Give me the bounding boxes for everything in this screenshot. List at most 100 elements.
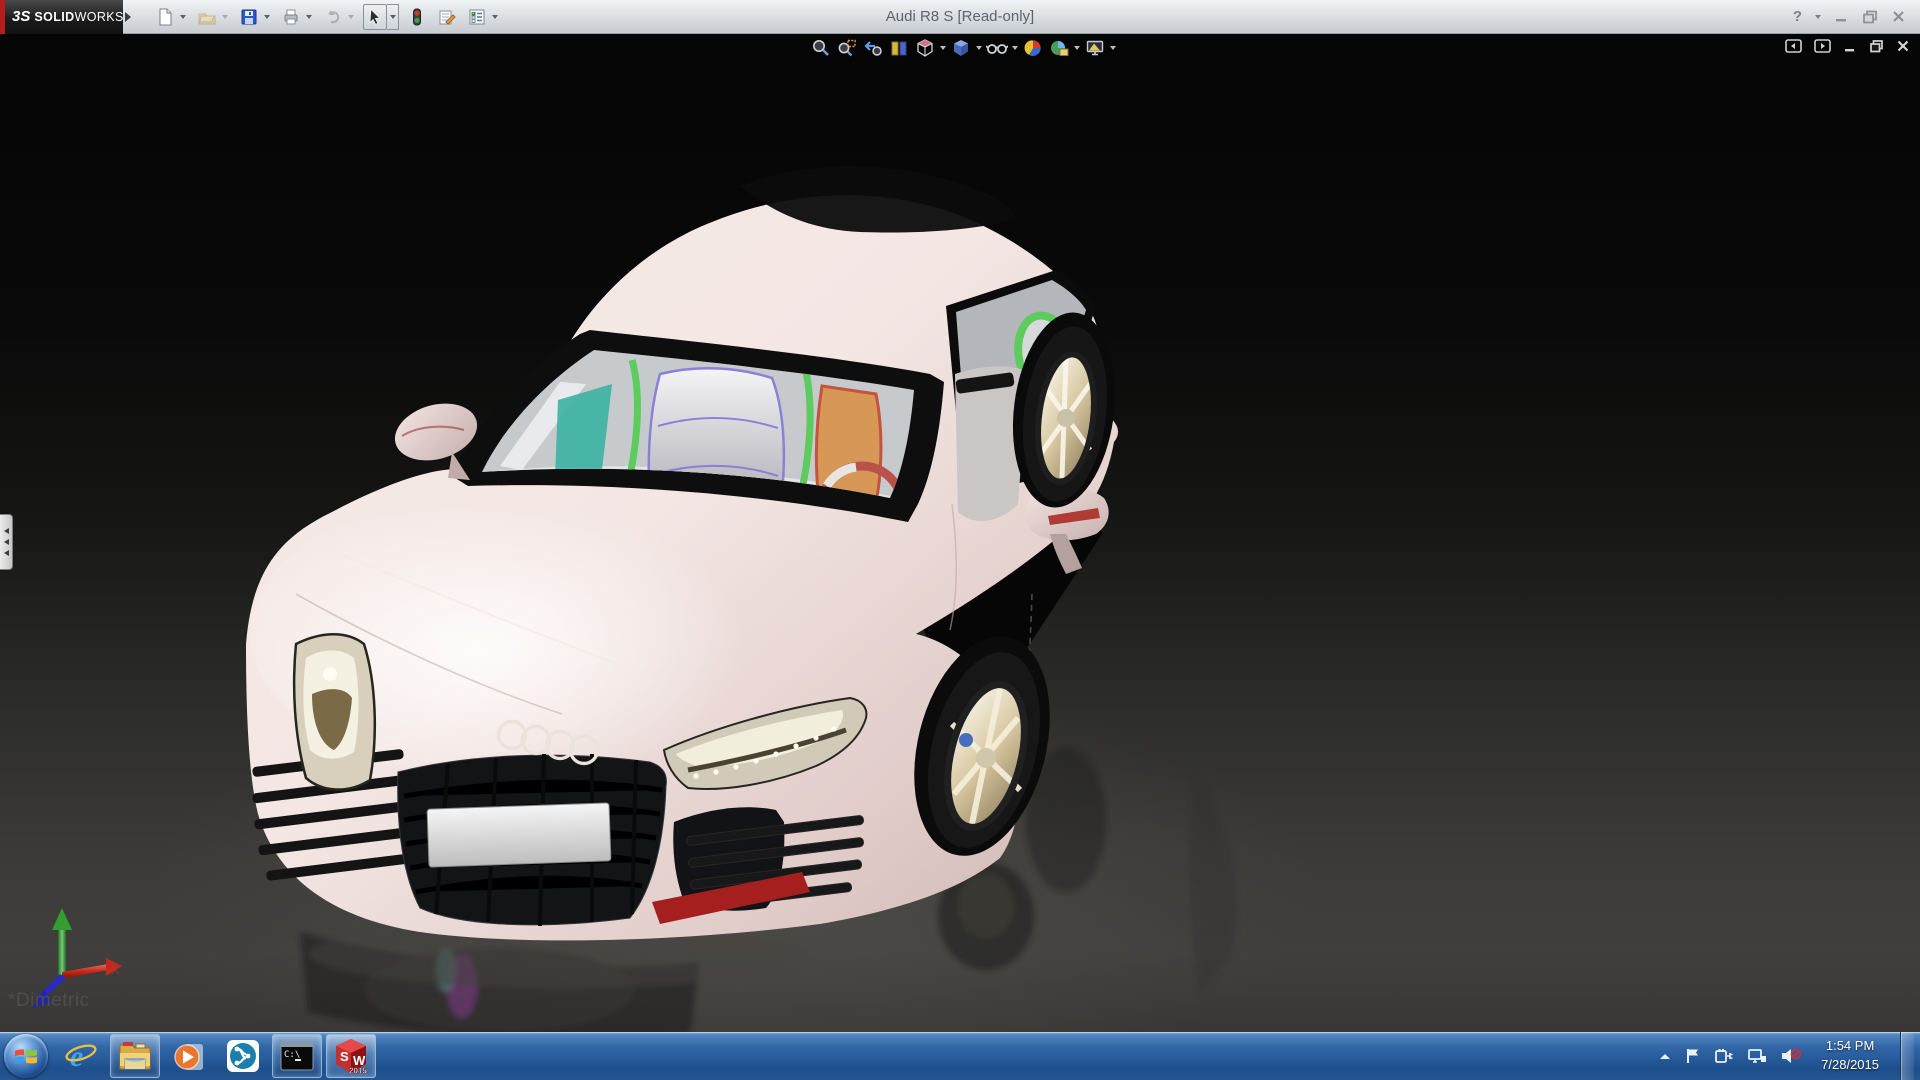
help-button[interactable]: ? xyxy=(1793,8,1802,25)
hide-show-dropdown[interactable] xyxy=(1010,46,1020,50)
system-tray: 1:54 PM 7/28/2015 xyxy=(1658,1032,1920,1080)
svg-text:e: e xyxy=(70,1040,83,1073)
edit-appearance-icon xyxy=(1023,38,1043,58)
viewport-3d[interactable]: X *Dimetric xyxy=(0,34,1920,1032)
undo-button[interactable] xyxy=(321,4,345,30)
featuremanager-collapsed-tab[interactable] xyxy=(0,514,13,570)
left-headlight xyxy=(294,634,375,789)
logo-flyout-arrow-icon[interactable] xyxy=(125,12,131,22)
document-title: Audi R8 S [Read-only] xyxy=(886,0,1034,34)
view-settings-dropdown[interactable] xyxy=(1108,46,1118,50)
view-orientation-dropdown[interactable] xyxy=(938,46,948,50)
display-style-dropdown[interactable] xyxy=(974,46,984,50)
cursor-arrow-icon xyxy=(366,8,384,26)
main-toolbar xyxy=(153,0,507,34)
new-document-button[interactable] xyxy=(153,4,177,30)
heads-up-toolbar xyxy=(808,36,1118,60)
doc-close-button[interactable] xyxy=(1896,39,1910,53)
help-dropdown[interactable] xyxy=(1815,15,1821,19)
annotation-sheet-button[interactable] xyxy=(435,4,459,30)
windows-flag-icon xyxy=(13,1044,39,1068)
minimize-button[interactable] xyxy=(1834,9,1849,24)
print-button[interactable] xyxy=(279,4,303,30)
window-controls: ? xyxy=(1793,8,1920,25)
taskbar-solidworks[interactable]: S W 2015 xyxy=(326,1034,376,1078)
start-button[interactable] xyxy=(4,1034,48,1078)
zoom-to-area-button[interactable] xyxy=(834,37,860,59)
app-titlebar: 3S SOLIDWORKS xyxy=(0,0,1920,34)
doc-minimize-button[interactable] xyxy=(1843,39,1857,53)
previous-view-button[interactable] xyxy=(860,37,886,59)
traffic-light-button[interactable] xyxy=(405,4,429,30)
traffic-light-icon xyxy=(408,8,426,26)
select-dropdown[interactable] xyxy=(387,4,399,30)
x-axis-label: X xyxy=(111,962,120,977)
taskbar-command-prompt[interactable]: C:\ xyxy=(272,1034,322,1078)
print-icon xyxy=(282,8,300,26)
save-button[interactable] xyxy=(237,4,261,30)
options-checklist-button[interactable] xyxy=(465,4,489,30)
action-center-flag-icon[interactable] xyxy=(1685,1047,1701,1065)
view-orientation-button[interactable] xyxy=(912,37,938,59)
car-model-audi-r8[interactable] xyxy=(0,34,1920,1032)
zoom-to-area-icon xyxy=(837,38,857,58)
apply-scene-dropdown[interactable] xyxy=(1072,46,1082,50)
taskbar-internet-explorer[interactable]: e xyxy=(56,1034,106,1078)
taskbar: e xyxy=(0,1032,1920,1080)
clock[interactable]: 1:54 PM 7/28/2015 xyxy=(1821,1037,1879,1075)
show-left-pane-button[interactable] xyxy=(1785,39,1802,53)
options-checklist-icon xyxy=(468,8,486,26)
internet-explorer-icon: e xyxy=(63,1038,99,1074)
select-cursor-button[interactable] xyxy=(363,4,387,30)
brand-light: WORKS xyxy=(75,10,124,24)
print-dropdown[interactable] xyxy=(303,4,315,30)
new-document-dropdown[interactable] xyxy=(177,4,189,30)
restore-button[interactable] xyxy=(1862,9,1878,24)
network-icon[interactable] xyxy=(1747,1047,1767,1065)
center-grille xyxy=(398,754,667,926)
display-style-button[interactable] xyxy=(948,37,974,59)
brand-bold: SOLID xyxy=(34,10,74,24)
show-hidden-icons-button[interactable] xyxy=(1658,1051,1672,1061)
save-dropdown[interactable] xyxy=(261,4,273,30)
show-right-pane-button[interactable] xyxy=(1814,39,1831,53)
volume-muted-icon[interactable] xyxy=(1780,1047,1802,1065)
folder-icon xyxy=(117,1039,153,1073)
view-settings-button[interactable] xyxy=(1082,37,1108,59)
license-plate-blank xyxy=(427,803,611,867)
blue-share-app-icon xyxy=(225,1038,261,1074)
show-desktop-button[interactable] xyxy=(1900,1032,1914,1080)
svg-text:C:\: C:\ xyxy=(284,1050,300,1060)
media-player-icon xyxy=(171,1038,207,1074)
taskbar-blue-share-app[interactable] xyxy=(218,1034,268,1078)
taskbar-windows-explorer[interactable] xyxy=(110,1034,160,1078)
hide-show-items-button[interactable] xyxy=(984,37,1010,59)
clock-time: 1:54 PM xyxy=(1821,1037,1879,1056)
x-axis-shaft xyxy=(62,964,108,979)
clock-date: 7/28/2015 xyxy=(1821,1056,1879,1075)
chevron-left-icon xyxy=(4,550,9,556)
document-window-controls xyxy=(1785,39,1910,53)
solidworks-logo[interactable]: 3S SOLIDWORKS xyxy=(5,0,123,34)
open-document-button[interactable] xyxy=(195,4,219,30)
open-dropdown[interactable] xyxy=(219,4,231,30)
options-dropdown[interactable] xyxy=(489,4,501,30)
annotation-sheet-icon xyxy=(438,8,456,26)
doc-restore-button[interactable] xyxy=(1869,39,1884,53)
undo-dropdown[interactable] xyxy=(345,4,357,30)
hide-show-items-icon xyxy=(986,38,1008,58)
save-floppy-icon xyxy=(240,8,258,26)
y-axis-shaft xyxy=(58,928,66,976)
taskbar-media-player[interactable] xyxy=(164,1034,214,1078)
power-plug-icon[interactable] xyxy=(1714,1047,1734,1065)
close-button[interactable] xyxy=(1891,9,1906,24)
edit-appearance-button[interactable] xyxy=(1020,37,1046,59)
zoom-to-fit-button[interactable] xyxy=(808,37,834,59)
section-view-button[interactable] xyxy=(886,37,912,59)
display-style-icon xyxy=(951,38,971,58)
view-orientation-label: *Dimetric xyxy=(8,990,90,1012)
apply-scene-button[interactable] xyxy=(1046,37,1072,59)
new-document-icon xyxy=(156,8,174,26)
section-view-icon xyxy=(889,38,909,58)
previous-view-icon xyxy=(863,38,883,58)
